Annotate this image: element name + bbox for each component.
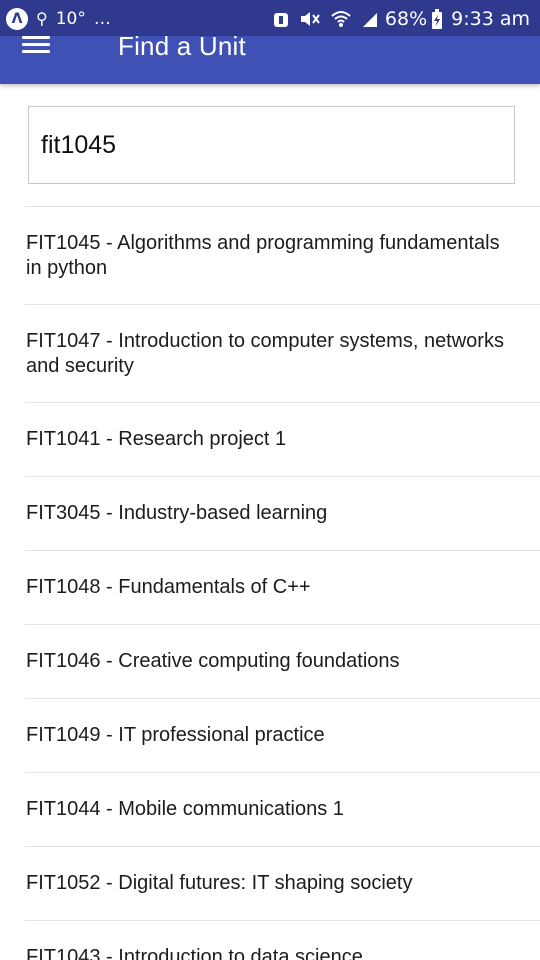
list-item-label: FIT1044 - Mobile communications 1 bbox=[26, 798, 344, 820]
list-item-label: FIT1049 - IT professional practice bbox=[26, 724, 325, 746]
list-item[interactable]: FIT1044 - Mobile communications 1 bbox=[25, 772, 540, 846]
clock-time: 9:33 am bbox=[451, 8, 530, 30]
status-bar: Λ ⚲ 10° … 68% 9:33 am bbox=[0, 0, 540, 36]
list-item-label: FIT1048 - Fundamentals of C++ bbox=[26, 576, 311, 598]
results-list: FIT1045 - Algorithms and programming fun… bbox=[25, 206, 540, 960]
wifi-icon bbox=[331, 10, 351, 28]
search-input[interactable] bbox=[28, 106, 515, 184]
list-item-label: FIT1045 - Algorithms and programming fun… bbox=[26, 231, 500, 279]
list-item-label: FIT1047 - Introduction to computer syste… bbox=[26, 329, 504, 377]
list-item[interactable]: FIT1047 - Introduction to computer syste… bbox=[25, 304, 540, 402]
list-item[interactable]: FIT1052 - Digital futures: IT shaping so… bbox=[25, 846, 540, 920]
list-item-label: FIT3045 - Industry-based learning bbox=[26, 502, 328, 524]
list-item[interactable]: FIT1043 - Introduction to data science bbox=[25, 920, 540, 960]
usb-icon: ⚲ bbox=[36, 9, 48, 28]
status-bar-left: Λ ⚲ 10° … bbox=[6, 7, 111, 31]
hamburger-menu-icon[interactable] bbox=[14, 36, 58, 56]
battery-icon bbox=[431, 9, 443, 29]
temperature-text: 10° bbox=[55, 8, 86, 29]
list-item[interactable]: FIT1045 - Algorithms and programming fun… bbox=[25, 206, 540, 304]
app-bar: Find a Unit bbox=[0, 31, 540, 84]
page-title: Find a Unit bbox=[118, 31, 246, 61]
overflow-indicator: … bbox=[93, 8, 111, 29]
battery-percent: 68% bbox=[384, 8, 428, 30]
list-item[interactable]: FIT3045 - Industry-based learning bbox=[25, 476, 540, 550]
list-item[interactable]: FIT1048 - Fundamentals of C++ bbox=[25, 550, 540, 624]
app-badge-icon: Λ bbox=[6, 8, 28, 30]
list-item-label: FIT1043 - Introduction to data science bbox=[26, 946, 363, 960]
list-item[interactable]: FIT1049 - IT professional practice bbox=[25, 698, 540, 772]
alarm-icon bbox=[273, 10, 289, 28]
list-item-label: FIT1052 - Digital futures: IT shaping so… bbox=[26, 872, 413, 894]
list-item-label: FIT1041 - Research project 1 bbox=[26, 428, 287, 450]
list-item[interactable]: FIT1041 - Research project 1 bbox=[25, 402, 540, 476]
status-bar-right: 68% 9:33 am bbox=[263, 7, 530, 31]
mute-icon bbox=[299, 10, 321, 28]
list-item[interactable]: FIT1046 - Creative computing foundations bbox=[25, 624, 540, 698]
list-item-label: FIT1046 - Creative computing foundations bbox=[26, 650, 400, 672]
signal-icon bbox=[361, 10, 379, 28]
